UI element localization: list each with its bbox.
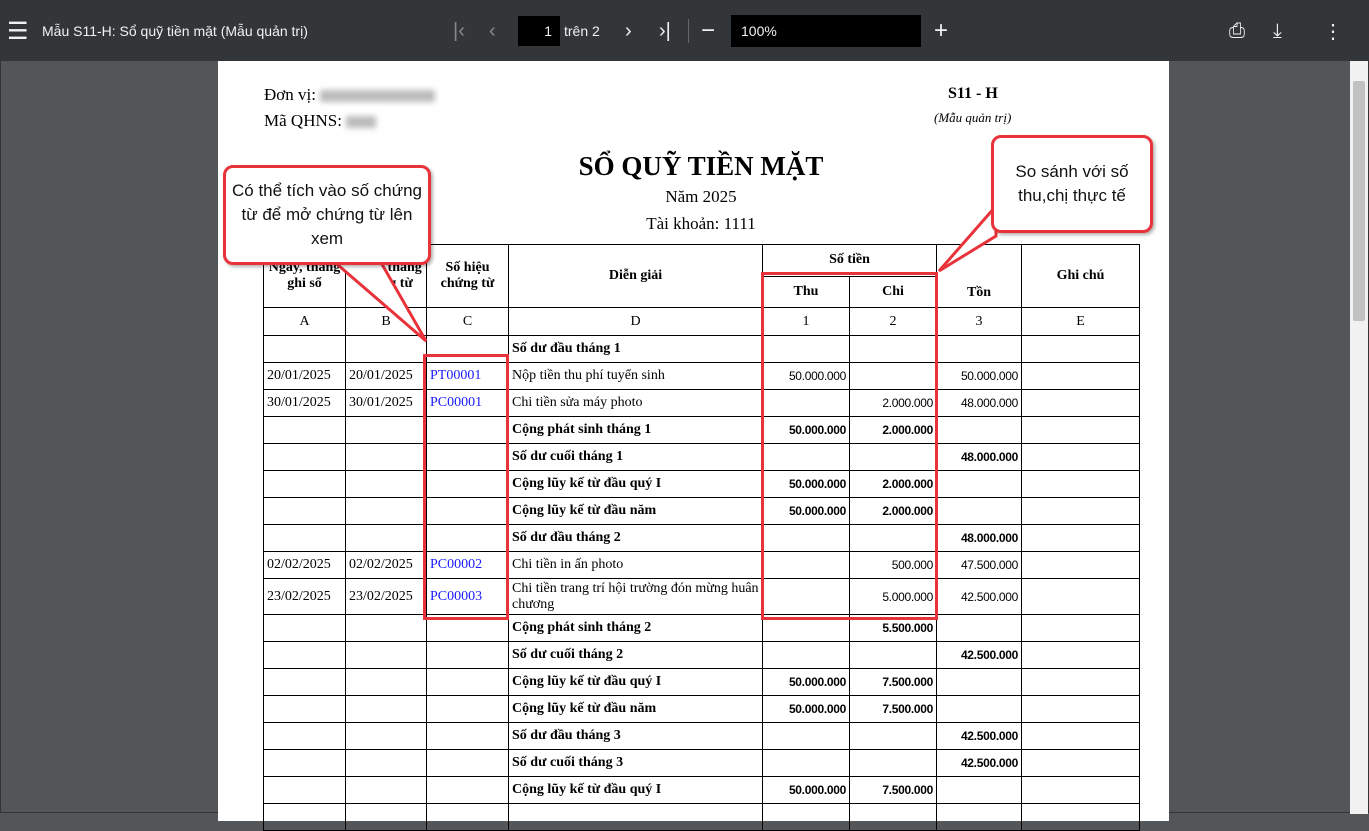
callout-compare-hint: So sánh với số thu,chị thực tế — [991, 135, 1153, 233]
callout-tails — [326, 202, 998, 343]
callout-voucher-hint: Có thể tích vào số chứng từ để mở chứng … — [223, 165, 431, 265]
